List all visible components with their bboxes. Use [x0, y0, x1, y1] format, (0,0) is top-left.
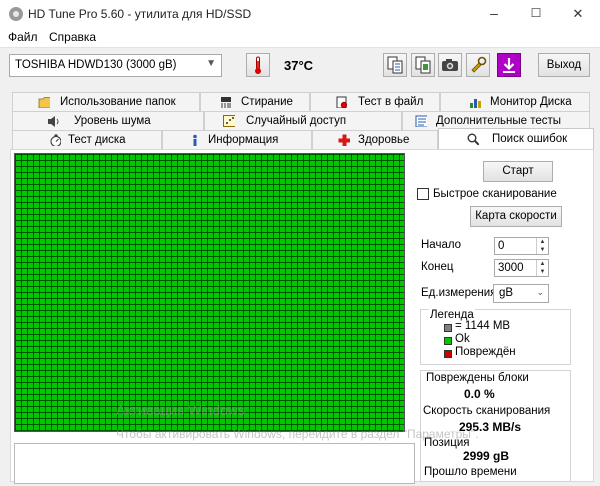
tab-health[interactable]: Здоровье [312, 130, 438, 149]
speaker-icon [48, 116, 59, 127]
tab-folder-usage[interactable]: Использование папок [12, 92, 200, 111]
tab-label: Монитор Диска [490, 96, 572, 108]
unit-select[interactable]: gB ⌄ [493, 284, 549, 303]
tab-label: Информация [208, 134, 279, 146]
activation-watermark-text: Чтобы активировать Windows, перейдите в … [116, 427, 479, 441]
tab-label: Случайный доступ [246, 115, 347, 127]
menu-bar: Файл Справка [0, 27, 600, 47]
legend-box: Легенда = 1144 MB Ok Повреждён [420, 309, 571, 365]
shredder-icon [221, 97, 231, 108]
exit-button[interactable]: Выход [538, 53, 590, 77]
menu-help[interactable]: Справка [49, 30, 96, 44]
spin-down-icon[interactable]: ▼ [536, 246, 548, 254]
toolbar: TOSHIBA HDWD130 (3000 gB) ▼ 37°C Выход [0, 47, 600, 85]
temperature-value: 37°C [284, 58, 314, 73]
chevron-down-icon: ▼ [206, 58, 216, 69]
tools-icon [471, 56, 487, 73]
tab-label: Использование папок [60, 96, 176, 108]
tab-label: Тест в файл [358, 96, 424, 108]
folder-icon [38, 97, 50, 108]
spin-down-icon[interactable]: ▼ [536, 268, 548, 276]
tab-benchmark[interactable]: Тест диска [12, 130, 162, 149]
tab-label: Дополнительные тесты [436, 115, 562, 127]
tab-file-benchmark[interactable]: Тест в файл [310, 92, 440, 111]
drive-select[interactable]: TOSHIBA HDWD130 (3000 gB) ▼ [9, 54, 222, 77]
document-icon [415, 115, 427, 127]
legend-item-damaged: Повреждён [455, 346, 516, 358]
window-title: HD Tune Pro 5.60 - утилита для HD/SSD [28, 7, 252, 21]
options-button[interactable] [466, 53, 490, 77]
info-icon [193, 134, 197, 146]
damaged-blocks-label: Повреждены блоки [426, 372, 529, 384]
title-bar: HD Tune Pro 5.60 - утилита для HD/SSD – … [0, 0, 600, 27]
legend-item-ok: Ok [455, 333, 470, 345]
position-value: 2999 gB [463, 449, 510, 463]
damaged-blocks-value: 0.0 % [464, 387, 495, 401]
activation-watermark-title: Активация Windows [116, 402, 246, 418]
stopwatch-icon [50, 134, 61, 146]
download-arrow-icon [503, 58, 515, 73]
app-icon [9, 7, 23, 21]
tab-info[interactable]: Информация [162, 130, 312, 149]
spin-up-icon[interactable]: ▲ [536, 260, 548, 268]
legend-swatch-damaged [444, 350, 452, 358]
copy-text-icon [387, 56, 403, 74]
unit-select-value: gB [499, 287, 514, 299]
start-button[interactable]: Старт [483, 161, 553, 182]
thermometer-icon [255, 56, 261, 74]
start-field-label: Начало [421, 239, 462, 251]
tab-label: Тест диска [68, 134, 126, 146]
close-button[interactable]: ✕ [558, 0, 598, 27]
start-spinner[interactable]: 0 ▲ ▼ [494, 237, 549, 255]
end-field-label: Конец [421, 261, 454, 273]
tab-noise-level[interactable]: Уровень шума [12, 111, 204, 130]
file-timer-icon [336, 96, 347, 108]
drive-select-value: TOSHIBA HDWD130 (3000 gB) [15, 59, 177, 71]
legend-swatch-block [444, 324, 452, 332]
elapsed-time-label: Прошло времени [424, 466, 517, 478]
tab-random-access[interactable]: Случайный доступ [204, 111, 402, 130]
minimize-button[interactable]: – [474, 0, 514, 27]
unit-label: Ед.измерения [421, 287, 497, 299]
start-spinner-value: 0 [498, 240, 505, 252]
legend-item-block: = 1144 MB [455, 320, 511, 332]
copy-all-icon [415, 56, 431, 74]
bar-chart-icon [470, 99, 481, 108]
scatter-chart-icon [223, 115, 235, 127]
tab-disk-monitor[interactable]: Монитор Диска [440, 92, 590, 111]
screenshot-button[interactable] [438, 53, 462, 77]
quick-scan-label: Быстрое сканирование [433, 188, 557, 200]
scan-stats-box: Повреждены блоки 0.0 % Скорость сканиров… [420, 370, 571, 482]
tab-error-scan[interactable]: Поиск ошибок [438, 128, 594, 149]
end-spinner[interactable]: 3000 ▲ ▼ [494, 259, 549, 277]
tab-label: Здоровье [358, 134, 410, 146]
end-spinner-value: 3000 [498, 262, 524, 274]
chevron-down-icon: ⌄ [536, 287, 544, 297]
health-cross-icon [338, 134, 350, 146]
tab-label: Уровень шума [74, 115, 151, 127]
log-box [14, 443, 415, 484]
legend-swatch-ok [444, 337, 452, 345]
camera-icon [442, 59, 458, 71]
temperature-button[interactable] [246, 53, 270, 77]
magnifier-icon [467, 133, 479, 145]
menu-file[interactable]: Файл [8, 30, 38, 44]
tab-erase[interactable]: Стирание [200, 92, 310, 111]
copy-info-button[interactable] [383, 53, 407, 77]
scan-speed-label: Скорость сканирования [423, 405, 551, 417]
tab-label: Стирание [241, 96, 293, 108]
copy-all-button[interactable] [411, 53, 435, 77]
save-button[interactable] [497, 53, 521, 77]
quick-scan-checkbox[interactable] [417, 188, 429, 200]
speed-map-button[interactable]: Карта скорости [470, 206, 562, 227]
block-map-grid [14, 153, 405, 432]
maximize-button[interactable]: ☐ [516, 0, 556, 27]
tab-label: Поиск ошибок [492, 133, 568, 145]
spin-up-icon[interactable]: ▲ [536, 238, 548, 246]
